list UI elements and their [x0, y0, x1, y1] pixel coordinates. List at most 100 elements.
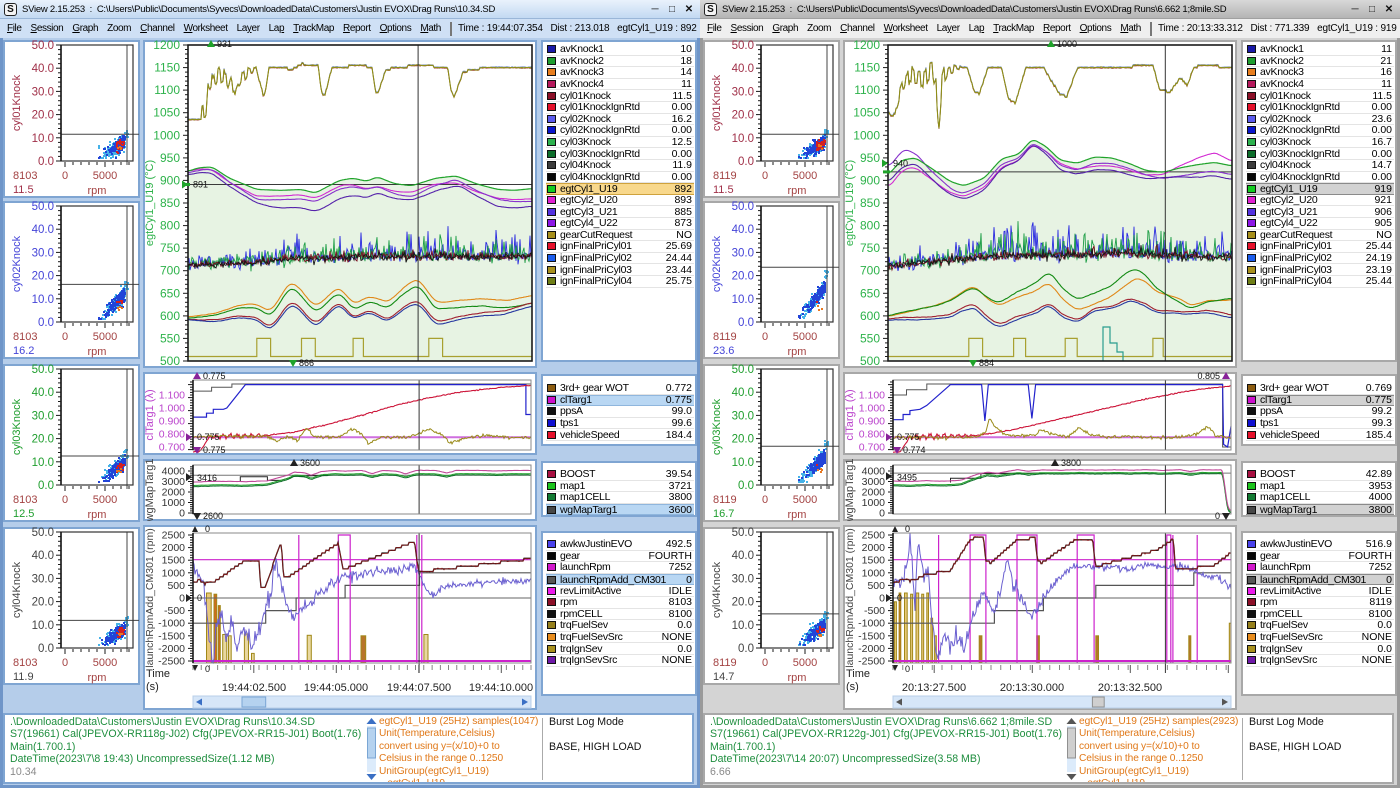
svg-text:8119: 8119: [713, 657, 737, 669]
svg-text:700: 700: [160, 264, 180, 278]
svg-text:750: 750: [160, 241, 180, 255]
svg-text:(s): (s): [846, 681, 859, 693]
svg-text:20:13:32.500: 20:13:32.500: [1098, 682, 1162, 694]
svg-text:11.9: 11.9: [13, 671, 34, 683]
svg-text:2000: 2000: [162, 487, 186, 499]
svg-text:-500: -500: [164, 605, 185, 617]
svg-text:50.0: 50.0: [32, 527, 54, 539]
svg-text:850: 850: [860, 196, 880, 210]
svg-text:rpm: rpm: [788, 509, 807, 521]
svg-text:10.0: 10.0: [732, 620, 754, 632]
svg-text:4000: 4000: [862, 466, 886, 478]
svg-text:clTarg1 (λ): clTarg1 (λ): [144, 389, 156, 440]
svg-text:20.0: 20.0: [732, 597, 754, 609]
svg-text:cyl01Knock: cyl01Knock: [711, 74, 723, 131]
svg-text:0: 0: [62, 331, 68, 343]
svg-text:3800: 3800: [1061, 459, 1081, 468]
svg-text:600: 600: [860, 309, 880, 323]
svg-text:5000: 5000: [93, 331, 117, 343]
svg-text:750: 750: [860, 241, 880, 255]
svg-text:931: 931: [217, 40, 232, 49]
svg-text:650: 650: [160, 286, 180, 300]
svg-text:-1500: -1500: [858, 630, 885, 642]
svg-text:866: 866: [299, 358, 314, 368]
svg-text:850: 850: [160, 196, 180, 210]
svg-text:(s): (s): [146, 681, 159, 693]
svg-text:1.000: 1.000: [159, 403, 185, 415]
svg-text:1050: 1050: [153, 106, 180, 120]
svg-text:500: 500: [160, 354, 180, 368]
svg-text:40.0: 40.0: [732, 224, 754, 236]
svg-text:0: 0: [179, 593, 185, 605]
svg-text:rpm: rpm: [788, 346, 807, 358]
svg-text:0.0: 0.0: [738, 480, 754, 492]
svg-text:2000: 2000: [162, 542, 186, 554]
svg-text:egtCyl1_U19 (°C): egtCyl1_U19 (°C): [844, 160, 856, 246]
svg-text:5000: 5000: [793, 170, 817, 182]
svg-text:0.775: 0.775: [203, 372, 226, 381]
svg-text:1500: 1500: [162, 555, 186, 567]
svg-text:0.0: 0.0: [738, 317, 754, 329]
svg-text:rpm: rpm: [88, 185, 107, 197]
svg-text:40.0: 40.0: [732, 63, 754, 75]
svg-text:19:44:05.000: 19:44:05.000: [304, 682, 368, 694]
svg-text:40.0: 40.0: [32, 224, 54, 236]
svg-text:2000: 2000: [862, 487, 886, 499]
svg-text:cyl03Knock: cyl03Knock: [11, 398, 23, 455]
svg-text:1150: 1150: [854, 61, 880, 75]
svg-text:20.0: 20.0: [732, 110, 754, 122]
svg-text:launchRpmAdd_CM301 (rpm): launchRpmAdd_CM301 (rpm): [144, 528, 156, 667]
svg-text:rpm: rpm: [88, 672, 107, 684]
svg-text:0.774: 0.774: [903, 445, 926, 455]
svg-text:5000: 5000: [793, 657, 817, 669]
svg-text:550: 550: [160, 331, 180, 345]
svg-text:700: 700: [860, 264, 880, 278]
svg-text:1050: 1050: [853, 106, 880, 120]
svg-text:0: 0: [879, 593, 885, 605]
svg-text:0.700: 0.700: [159, 442, 185, 454]
svg-text:0.700: 0.700: [859, 442, 885, 454]
svg-text:1000: 1000: [162, 497, 186, 509]
svg-text:891: 891: [193, 180, 208, 190]
svg-text:2500: 2500: [162, 530, 186, 542]
svg-text:16.2: 16.2: [13, 345, 34, 357]
svg-text:rpm: rpm: [788, 185, 807, 197]
svg-text:0.800: 0.800: [859, 429, 885, 441]
svg-text:20.0: 20.0: [732, 271, 754, 283]
svg-text:23.6: 23.6: [713, 345, 734, 357]
svg-text:8119: 8119: [713, 170, 737, 182]
svg-text:19:44:02.500: 19:44:02.500: [222, 682, 286, 694]
svg-text:0: 0: [762, 494, 768, 506]
svg-text:0.800: 0.800: [159, 429, 185, 441]
svg-text:0: 0: [205, 525, 210, 534]
svg-text:10.0: 10.0: [732, 457, 754, 469]
svg-text:20.0: 20.0: [32, 110, 54, 122]
svg-text:50.0: 50.0: [732, 201, 754, 213]
svg-text:20.0: 20.0: [32, 434, 54, 446]
svg-text:40.0: 40.0: [32, 550, 54, 562]
svg-text:-1000: -1000: [158, 618, 185, 630]
svg-text:11.5: 11.5: [713, 184, 734, 196]
svg-text:clTarg1 (λ): clTarg1 (λ): [844, 389, 856, 440]
svg-text:30.0: 30.0: [732, 410, 754, 422]
svg-text:500: 500: [167, 580, 185, 592]
svg-text:0.775: 0.775: [897, 432, 920, 442]
svg-text:-2000: -2000: [158, 643, 185, 655]
svg-text:11.5: 11.5: [13, 184, 34, 196]
svg-text:1150: 1150: [154, 61, 180, 75]
svg-text:10.0: 10.0: [32, 133, 54, 145]
svg-text:0: 0: [762, 657, 768, 669]
svg-text:1200: 1200: [853, 40, 880, 52]
svg-text:10.0: 10.0: [732, 133, 754, 145]
svg-text:1000: 1000: [153, 128, 180, 142]
svg-text:0.805: 0.805: [1197, 372, 1220, 381]
svg-text:3000: 3000: [862, 476, 886, 488]
svg-text:1000: 1000: [862, 567, 886, 579]
svg-text:1200: 1200: [153, 40, 180, 52]
svg-text:0: 0: [62, 170, 68, 182]
svg-text:3600: 3600: [300, 459, 320, 468]
svg-text:-1000: -1000: [858, 618, 885, 630]
svg-text:rpm: rpm: [88, 509, 107, 521]
svg-text:10.0: 10.0: [32, 294, 54, 306]
svg-text:50.0: 50.0: [32, 364, 54, 376]
